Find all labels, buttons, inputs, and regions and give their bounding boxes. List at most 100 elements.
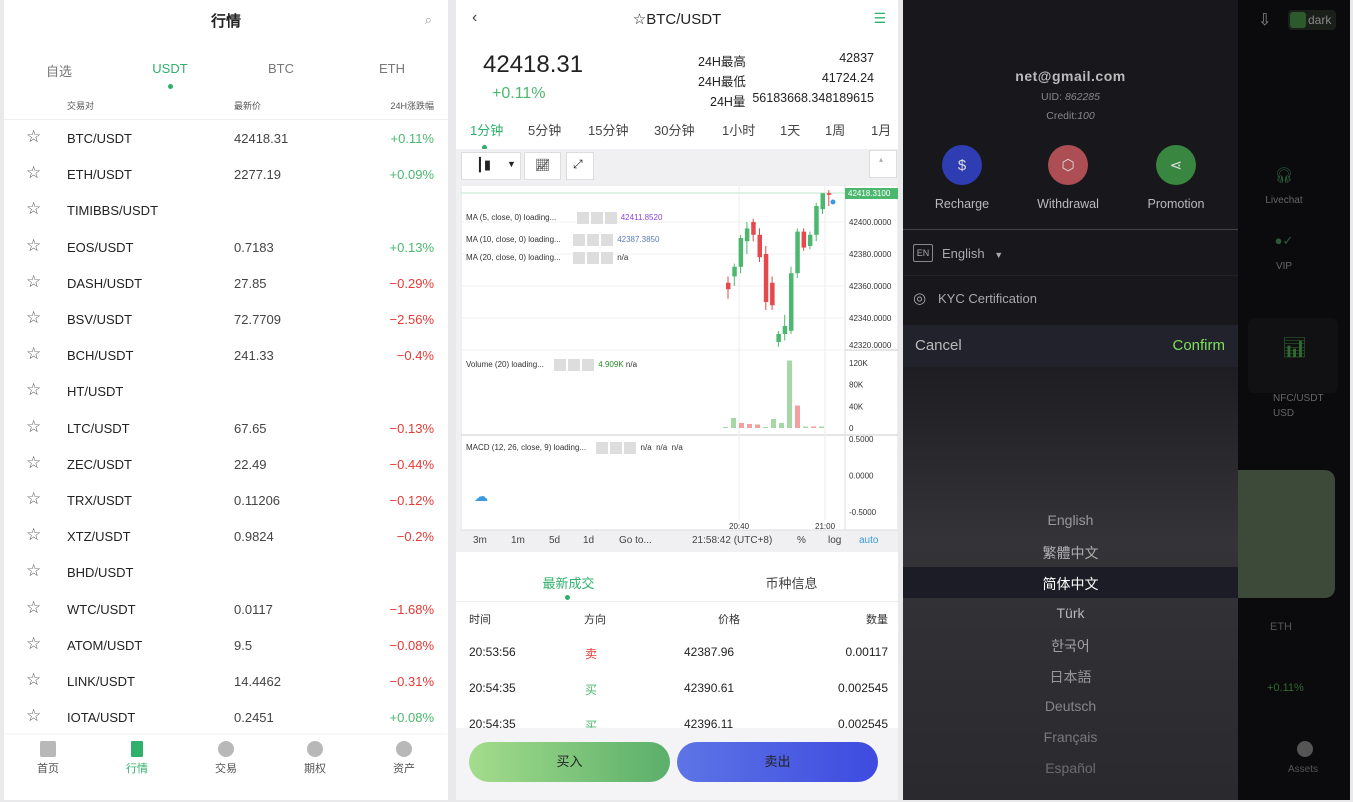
fullscreen-button[interactable]: ⤢ (566, 152, 594, 180)
star-icon[interactable]: ☆ (26, 706, 41, 726)
collapse-button[interactable]: ▴ (869, 150, 897, 178)
star-icon[interactable]: ☆ (26, 163, 41, 183)
table-row[interactable]: ☆ BCH/USDT 241.33 −0.4% (4, 337, 448, 373)
pair-title[interactable]: ☆BTC/USDT (456, 10, 898, 28)
table-row[interactable]: ☆ DASH/USDT 27.85 −0.29% (4, 265, 448, 301)
range-button[interactable]: 3m (473, 535, 487, 546)
kyc-link[interactable]: KYC Certification (938, 291, 1037, 306)
language-option[interactable]: Français (903, 729, 1238, 745)
indicators-button[interactable]: 📈︎ (524, 152, 561, 180)
table-row[interactable]: ☆ IOTA/USDT 0.2451 +0.08% (4, 699, 448, 735)
confirm-button[interactable]: Confirm (1172, 337, 1225, 354)
interval-tab[interactable]: 1分钟 (470, 120, 503, 139)
close-icon[interactable] (600, 252, 613, 264)
range-button[interactable]: Go to... (619, 535, 652, 546)
nav-assets[interactable]: 资产 (360, 735, 448, 776)
promotion-button[interactable]: ⋖ Promotion (1126, 145, 1226, 211)
language-option[interactable]: 繁體中文 (903, 543, 1238, 563)
tab-latest-trades[interactable]: 最新成交 (511, 573, 626, 592)
tab-coin-info[interactable]: 币种信息 (734, 573, 849, 592)
table-row[interactable]: ☆ LTC/USDT 67.65 −0.13% (4, 410, 448, 446)
menu-icon[interactable]: ☰ (873, 10, 886, 27)
tab-btc[interactable]: BTC (226, 61, 336, 76)
vip-link[interactable]: VIP (1238, 261, 1330, 272)
star-icon[interactable]: ☆ (26, 199, 41, 219)
star-icon[interactable]: ☆ (26, 670, 41, 690)
nav-home[interactable]: 首页 (4, 735, 92, 776)
table-row[interactable]: ☆ BSV/USDT 72.7709 −2.56% (4, 301, 448, 337)
star-icon[interactable]: ☆ (26, 525, 41, 545)
interval-tab[interactable]: 1天 (780, 120, 800, 139)
close-icon[interactable] (582, 359, 595, 371)
nav-market[interactable]: 行情 (93, 735, 181, 776)
tab-favorites[interactable]: 自选 (4, 61, 114, 80)
star-icon[interactable]: ☆ (26, 236, 41, 256)
table-row[interactable]: ☆ ATOM/USDT 9.5 −0.08% (4, 627, 448, 663)
recharge-button[interactable]: $ Recharge (912, 145, 1012, 211)
table-row[interactable]: ☆ ETH/USDT 2277.19 +0.09% (4, 156, 448, 192)
scale-option[interactable]: log (828, 535, 841, 546)
withdrawal-button[interactable]: ⬡ Withdrawal (1018, 145, 1118, 211)
table-row[interactable]: ☆ HT/USDT (4, 373, 448, 409)
table-row[interactable]: ☆ TIMIBBS/USDT (4, 192, 448, 228)
table-row[interactable]: ☆ XTZ/USDT 0.9824 −0.2% (4, 518, 448, 554)
nav-options[interactable]: 期权 (271, 735, 359, 776)
language-option[interactable]: 한국어 (903, 636, 1238, 656)
range-button[interactable]: 5d (549, 535, 560, 546)
interval-tab[interactable]: 1月 (871, 120, 891, 139)
language-selector[interactable]: English ▼ (942, 246, 1003, 261)
eye-icon[interactable] (572, 234, 585, 246)
star-icon[interactable]: ☆ (26, 380, 41, 400)
eye-icon[interactable] (572, 252, 585, 264)
gear-icon[interactable] (568, 359, 581, 371)
nav-trade[interactable]: 交易 (182, 735, 270, 776)
scale-option[interactable]: auto (859, 535, 878, 546)
assets-link[interactable]: Assets (1288, 764, 1318, 775)
star-icon[interactable]: ☆ (26, 272, 41, 292)
table-row[interactable]: ☆ TRX/USDT 0.11206 −0.12% (4, 482, 448, 518)
chart-type-button[interactable]: ┃▮ ▼ (461, 152, 521, 180)
cancel-button[interactable]: Cancel (915, 337, 962, 354)
interval-tab[interactable]: 5分钟 (528, 120, 561, 139)
star-icon[interactable]: ☆ (26, 344, 41, 364)
table-row[interactable]: ☆ BTC/USDT 42418.31 +0.11% (4, 120, 448, 156)
star-icon[interactable]: ☆ (26, 489, 41, 509)
star-icon[interactable]: ☆ (26, 598, 41, 618)
interval-tab[interactable]: 15分钟 (588, 120, 628, 139)
table-row[interactable]: ☆ WTC/USDT 0.0117 −1.68% (4, 591, 448, 627)
scale-option[interactable]: % (797, 535, 806, 546)
close-icon[interactable] (624, 442, 637, 454)
buy-button[interactable]: 买入 (469, 742, 670, 782)
search-icon[interactable]: ⌕ (425, 12, 432, 28)
language-option[interactable]: English (903, 512, 1238, 528)
tab-usdt[interactable]: USDT (115, 61, 225, 76)
interval-tab[interactable]: 1周 (825, 120, 845, 139)
promo-banner-image[interactable] (1238, 470, 1335, 598)
language-option[interactable]: Deutsch (903, 698, 1238, 714)
tab-eth[interactable]: ETH (337, 61, 447, 76)
table-row[interactable]: ☆ LINK/USDT 14.4462 −0.31% (4, 663, 448, 699)
sell-button[interactable]: 卖出 (677, 742, 878, 782)
table-row[interactable]: ☆ BHD/USDT (4, 554, 448, 590)
range-button[interactable]: 1d (583, 535, 594, 546)
gear-icon[interactable] (586, 252, 599, 264)
download-icon[interactable]: ⇩ (1258, 10, 1271, 30)
star-icon[interactable]: ☆ (26, 127, 41, 147)
language-option[interactable]: Español (903, 760, 1238, 776)
theme-toggle[interactable]: dark (1288, 10, 1336, 30)
eye-icon[interactable] (596, 442, 609, 454)
language-option[interactable]: 简体中文 (903, 574, 1238, 594)
star-icon[interactable]: ☆ (26, 561, 41, 581)
eye-icon[interactable] (576, 212, 589, 224)
table-row[interactable]: ☆ ZEC/USDT 22.49 −0.44% (4, 446, 448, 482)
gear-icon[interactable] (610, 442, 623, 454)
language-option[interactable]: 日本語 (903, 667, 1238, 687)
close-icon[interactable] (600, 234, 613, 246)
star-icon[interactable]: ☆ (26, 417, 41, 437)
livechat-link[interactable]: Livechat (1238, 195, 1330, 206)
close-icon[interactable] (604, 212, 617, 224)
star-icon[interactable]: ☆ (26, 453, 41, 473)
star-icon[interactable]: ☆ (26, 634, 41, 654)
interval-tab[interactable]: 30分钟 (654, 120, 694, 139)
table-row[interactable]: ☆ EOS/USDT 0.7183 +0.13% (4, 229, 448, 265)
